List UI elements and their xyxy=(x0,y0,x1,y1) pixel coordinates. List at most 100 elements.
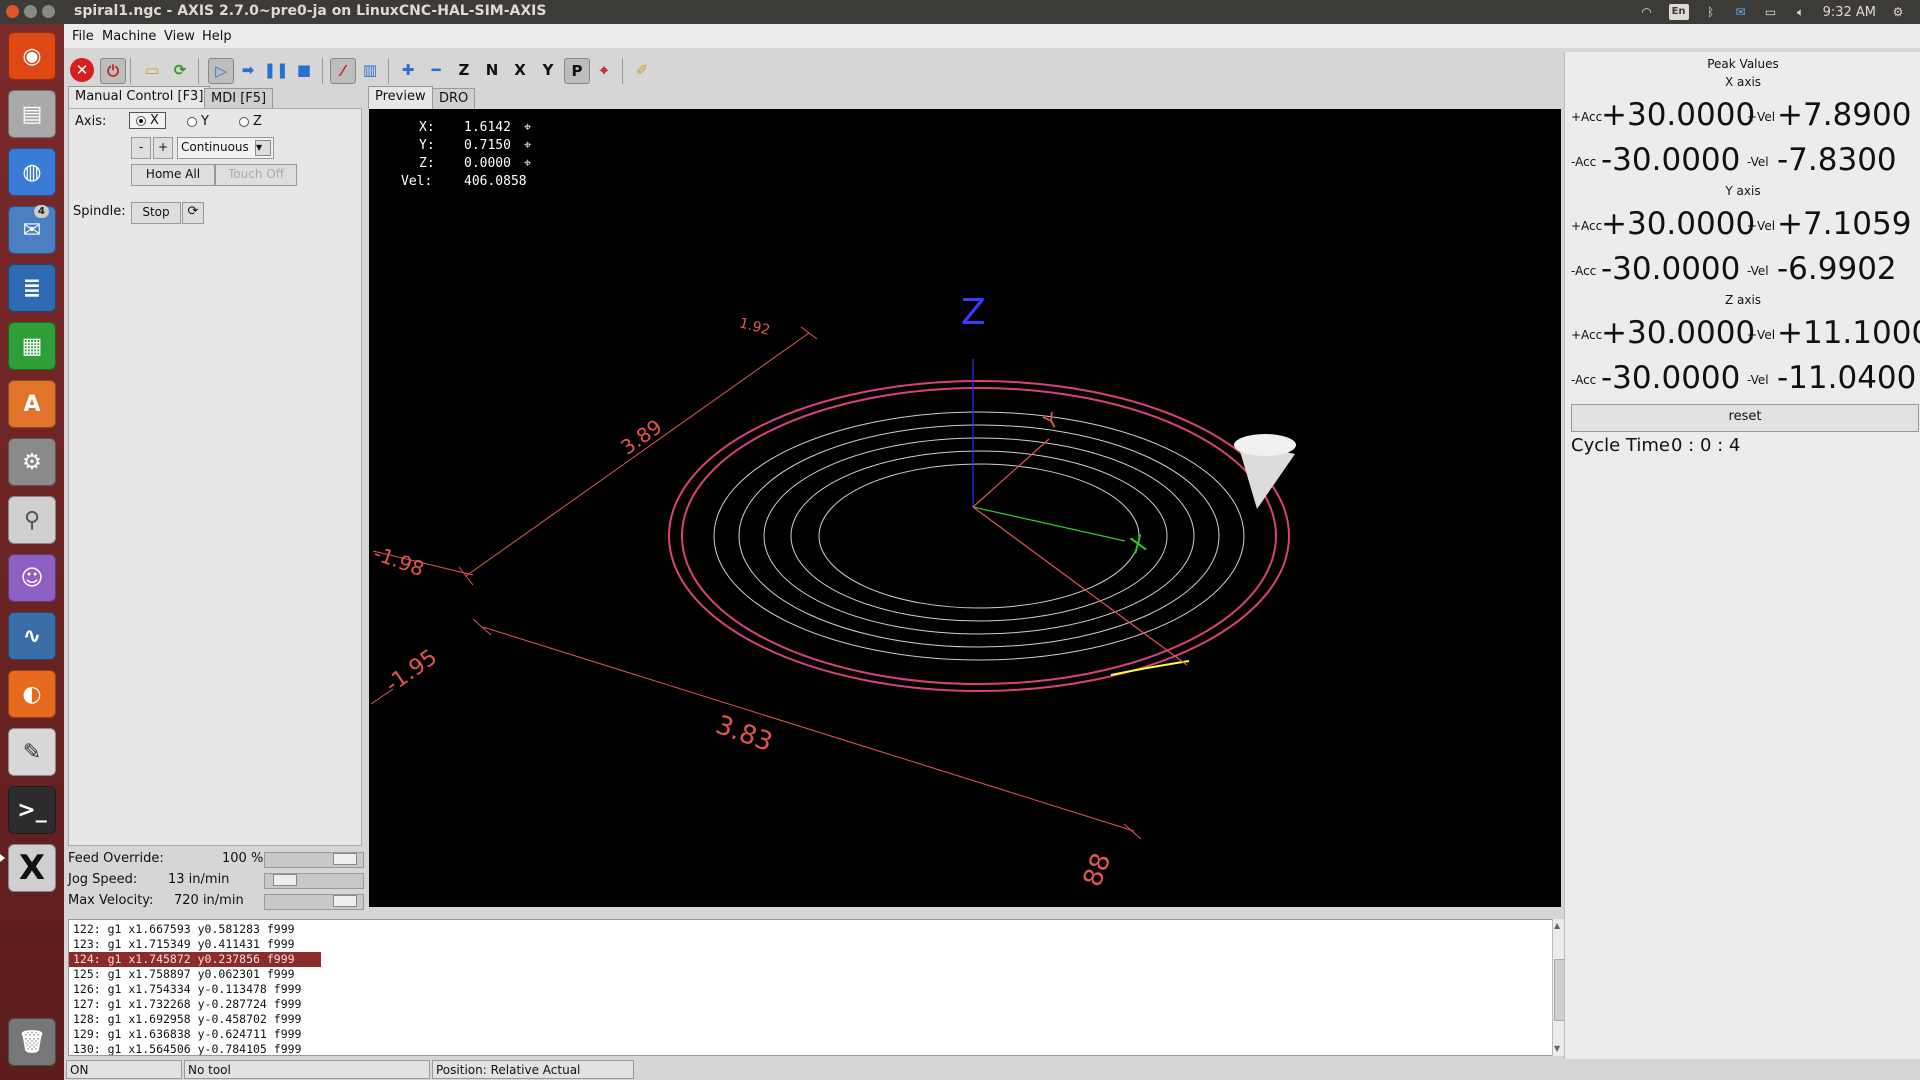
pause-icon[interactable]: ❚❚ xyxy=(263,58,288,82)
view-x-icon[interactable]: X xyxy=(508,58,532,82)
gcode-listing[interactable]: 122: g1 x1.667593 y0.581283 f999 123: g1… xyxy=(68,919,1562,1056)
mail-icon[interactable]: ✉ xyxy=(1733,4,1749,20)
code-line[interactable]: 125: g1 x1.758897 y0.062301 f999 xyxy=(69,967,333,982)
calc-icon[interactable]: ▦ xyxy=(8,322,56,370)
feed-override-slider[interactable] xyxy=(264,852,364,868)
z-axis-label: Z xyxy=(961,292,986,333)
menu-machine[interactable]: Machine xyxy=(102,29,156,44)
clock[interactable]: 9:32 AM xyxy=(1823,5,1876,20)
y-axis-line xyxy=(972,438,1050,508)
tab-preview[interactable]: Preview xyxy=(368,86,433,109)
reload-icon[interactable]: ⟳ xyxy=(168,58,192,82)
tab-mdi[interactable]: MDI [F5] xyxy=(204,88,274,109)
writer-icon[interactable]: ≣ xyxy=(8,264,56,312)
toolpath-ring xyxy=(713,411,1245,661)
estop-icon[interactable]: ✕ xyxy=(70,58,94,82)
monitor-icon[interactable]: ∿ xyxy=(8,612,56,660)
chromium-icon[interactable]: ◍ xyxy=(8,148,56,196)
spindle-stop-button[interactable]: Stop xyxy=(131,202,181,224)
peak-values-panel: Peak Values X axis +Acc +30.0000 +Vel +7… xyxy=(1564,52,1920,1059)
keyboard-lang-indicator[interactable]: En xyxy=(1668,4,1689,20)
menu-file[interactable]: File xyxy=(72,29,94,44)
jog-mode-select[interactable]: Continuous ▼ xyxy=(177,137,274,159)
home-all-button[interactable]: Home All xyxy=(131,164,215,186)
scroll-up-icon[interactable]: ▲ xyxy=(1554,921,1563,931)
pidgin-icon[interactable]: ☺ xyxy=(8,554,56,602)
x-app-icon[interactable]: X xyxy=(8,844,56,892)
view-z2-icon[interactable]: N xyxy=(480,58,504,82)
code-line[interactable]: 128: g1 x1.692958 y-0.458702 f999 xyxy=(69,1012,333,1027)
menu-help[interactable]: Help xyxy=(202,29,232,44)
y-axis-title: Y axis xyxy=(1725,184,1761,198)
max-velocity-slider[interactable] xyxy=(264,894,364,910)
machine-state: ON xyxy=(66,1060,182,1079)
zoom-in-icon[interactable]: ✚ xyxy=(396,58,420,82)
text-editor-icon[interactable]: ✎ xyxy=(8,728,56,776)
jog-speed-knob[interactable] xyxy=(273,874,297,886)
volume-icon[interactable]: 🔈︎ xyxy=(1793,4,1809,20)
axis-radio-y[interactable]: Y xyxy=(187,114,209,129)
gcode-preview[interactable]: X: 1.6142 Y: 0.7150 Z: 0.0000 Vel: 406.0… xyxy=(369,109,1561,907)
gear-icon[interactable]: ⚙ xyxy=(1890,4,1906,20)
toolpath-ring xyxy=(818,463,1140,609)
jog-plus-button[interactable]: + xyxy=(153,137,173,159)
code-line[interactable]: 127: g1 x1.732268 y-0.287724 f999 xyxy=(69,997,333,1012)
clear-icon[interactable]: ✐ xyxy=(630,58,654,82)
step-icon[interactable]: ➡ xyxy=(236,58,260,82)
tab-dro[interactable]: DRO xyxy=(432,88,476,109)
code-scrollbar[interactable]: ▲ ▼ xyxy=(1552,919,1565,1056)
zoom-out-icon[interactable]: ━ xyxy=(424,58,448,82)
system-settings-icon[interactable]: ⚙ xyxy=(8,438,56,486)
terminal-icon[interactable]: >_ xyxy=(8,786,56,834)
mail-badge: 4 xyxy=(34,205,49,218)
rotate-view-icon[interactable]: ⌖ xyxy=(592,58,616,82)
axis-radio-z[interactable]: Z xyxy=(239,114,262,129)
touch-off-button[interactable]: Touch Off xyxy=(215,164,297,186)
minimize-window-icon[interactable] xyxy=(24,5,37,18)
stop-icon[interactable]: ■ xyxy=(292,58,316,82)
acc-neg-label: -Acc xyxy=(1571,264,1597,278)
bluetooth-icon[interactable]: ᛒ xyxy=(1703,4,1719,20)
files-icon[interactable]: ▤ xyxy=(8,90,56,138)
tools-icon[interactable]: ⚲ xyxy=(8,496,56,544)
thunderbird-icon[interactable]: ✉ 4 xyxy=(8,205,56,254)
chevron-down-icon: ▼ xyxy=(255,140,271,156)
view-z-icon[interactable]: Z xyxy=(452,58,476,82)
power-icon[interactable]: ⏻ xyxy=(100,58,126,84)
feed-override-label: Feed Override: xyxy=(68,851,164,866)
code-line[interactable]: 130: g1 x1.564506 y-0.784105 f999 xyxy=(69,1042,333,1055)
code-line-current[interactable]: 124: g1 x1.745872 y0.237856 f999 xyxy=(69,952,321,967)
window-title: spiral1.ngc - AXIS 2.7.0~pre0-ja on Linu… xyxy=(74,3,547,19)
software-center-icon[interactable]: A xyxy=(8,380,56,428)
tab-manual-control[interactable]: Manual Control [F3] xyxy=(68,86,211,109)
feed-override-knob[interactable] xyxy=(333,853,357,865)
ubuntu-logo-icon[interactable]: ◉ xyxy=(8,32,56,80)
view-y-icon[interactable]: Y xyxy=(536,58,560,82)
toggle-view-icon[interactable]: ⁄ xyxy=(330,58,356,84)
jog-speed-slider[interactable] xyxy=(264,873,364,889)
code-line[interactable]: 129: g1 x1.636838 y-0.624711 f999 xyxy=(69,1027,333,1042)
code-line[interactable]: 122: g1 x1.667593 y0.581283 f999 xyxy=(69,922,333,937)
jog-minus-button[interactable]: - xyxy=(131,137,151,159)
open-file-icon[interactable]: ▭ xyxy=(140,58,164,82)
run-icon[interactable]: ▷ xyxy=(208,58,234,84)
trash-icon[interactable]: 🗑︎ xyxy=(8,1018,56,1066)
close-window-icon[interactable] xyxy=(6,5,19,18)
firefox-icon[interactable]: ◐ xyxy=(8,670,56,718)
reset-button[interactable]: reset xyxy=(1571,404,1919,432)
menu-view[interactable]: View xyxy=(164,29,195,44)
max-velocity-knob[interactable] xyxy=(333,895,357,907)
z-negative-row: -Acc -30.0000 -Vel -11.0400 xyxy=(1571,359,1917,395)
x-acc-pos: +30.0000 xyxy=(1601,97,1756,133)
jog-mode-value: Continuous xyxy=(181,140,249,154)
scroll-down-icon[interactable]: ▼ xyxy=(1554,1044,1563,1054)
battery-icon[interactable]: ▭ xyxy=(1763,4,1779,20)
code-line[interactable]: 123: g1 x1.715349 y0.411431 f999 xyxy=(69,937,333,952)
code-line[interactable]: 126: g1 x1.754334 y-0.113478 f999 xyxy=(69,982,333,997)
skip-lines-icon[interactable]: ▥ xyxy=(358,58,382,82)
wifi-icon[interactable]: ◠ xyxy=(1639,4,1655,20)
spindle-direction-icon[interactable]: ⟳ xyxy=(182,202,204,224)
axis-radio-x[interactable]: X xyxy=(129,112,166,129)
view-p-icon[interactable]: P xyxy=(564,58,590,84)
maximize-window-icon[interactable] xyxy=(42,5,55,18)
